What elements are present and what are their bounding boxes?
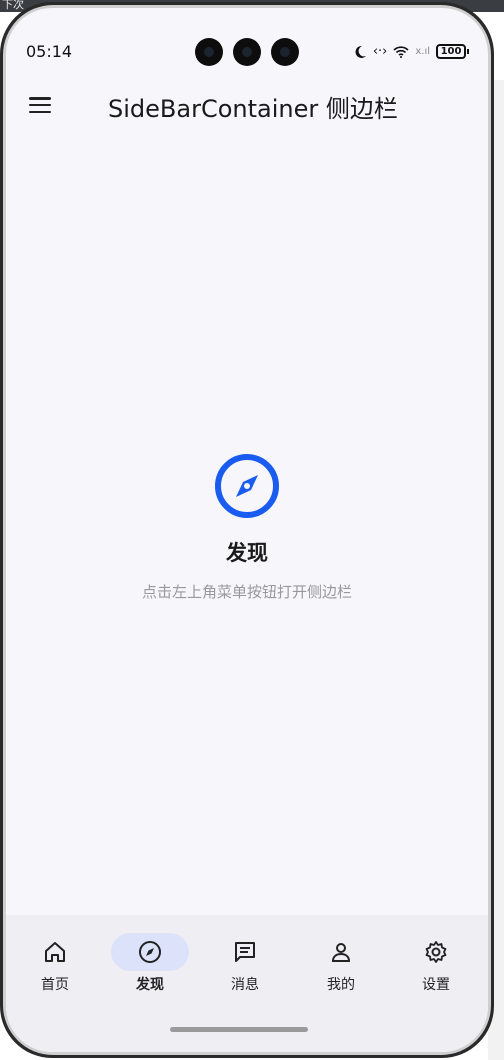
signal-icon: x.ıl bbox=[415, 46, 430, 57]
nav-item-settings[interactable]: 设置 bbox=[396, 931, 476, 1001]
status-time: 05:14 bbox=[26, 42, 73, 61]
moon-icon bbox=[355, 45, 366, 58]
nav-label: 消息 bbox=[231, 977, 259, 993]
camera-icon bbox=[233, 38, 261, 66]
nav-label: 首页 bbox=[41, 977, 69, 993]
nav-item-messages[interactable]: 消息 bbox=[205, 931, 285, 1001]
compass-icon bbox=[139, 941, 161, 963]
menu-button[interactable] bbox=[28, 94, 52, 116]
message-icon bbox=[235, 942, 255, 962]
status-icons: ‹·› x.ıl 100 bbox=[353, 44, 469, 59]
home-indicator[interactable] bbox=[170, 1027, 308, 1032]
app-bar: SideBarContainer 侧边栏 bbox=[6, 78, 488, 134]
nav-label: 设置 bbox=[422, 977, 450, 993]
screen: 05:14 ‹·› x.ıl 100 SideBarContainer 侧边栏 bbox=[6, 8, 488, 1052]
nav-label: 发现 bbox=[136, 977, 164, 993]
gear-icon bbox=[425, 941, 447, 963]
wifi-icon bbox=[393, 46, 409, 58]
camera-icon bbox=[195, 38, 223, 66]
status-bar: 05:14 ‹·› x.ıl 100 bbox=[6, 8, 488, 66]
content-heading: 发现 bbox=[226, 541, 268, 565]
camera-icon bbox=[271, 38, 299, 66]
page-title: SideBarContainer 侧边栏 bbox=[108, 95, 398, 123]
content-hint: 点击左上角菜单按钮打开侧边栏 bbox=[141, 583, 352, 601]
nav-item-discover[interactable]: 发现 bbox=[110, 931, 190, 1001]
phone-frame: 05:14 ‹·› x.ıl 100 SideBarContainer 侧边栏 bbox=[0, 2, 494, 1058]
nav-item-profile[interactable]: 我的 bbox=[301, 931, 381, 1001]
nav-label: 我的 bbox=[327, 977, 355, 993]
home-icon bbox=[45, 942, 65, 962]
data-transfer-icon: ‹·› bbox=[372, 44, 388, 59]
person-icon bbox=[331, 943, 351, 962]
compass-icon bbox=[215, 454, 279, 518]
battery-icon: 100 bbox=[436, 44, 469, 59]
nav-item-home[interactable]: 首页 bbox=[15, 931, 95, 1001]
content-area: 发现 点击左上角菜单按钮打开侧边栏 bbox=[6, 453, 488, 602]
